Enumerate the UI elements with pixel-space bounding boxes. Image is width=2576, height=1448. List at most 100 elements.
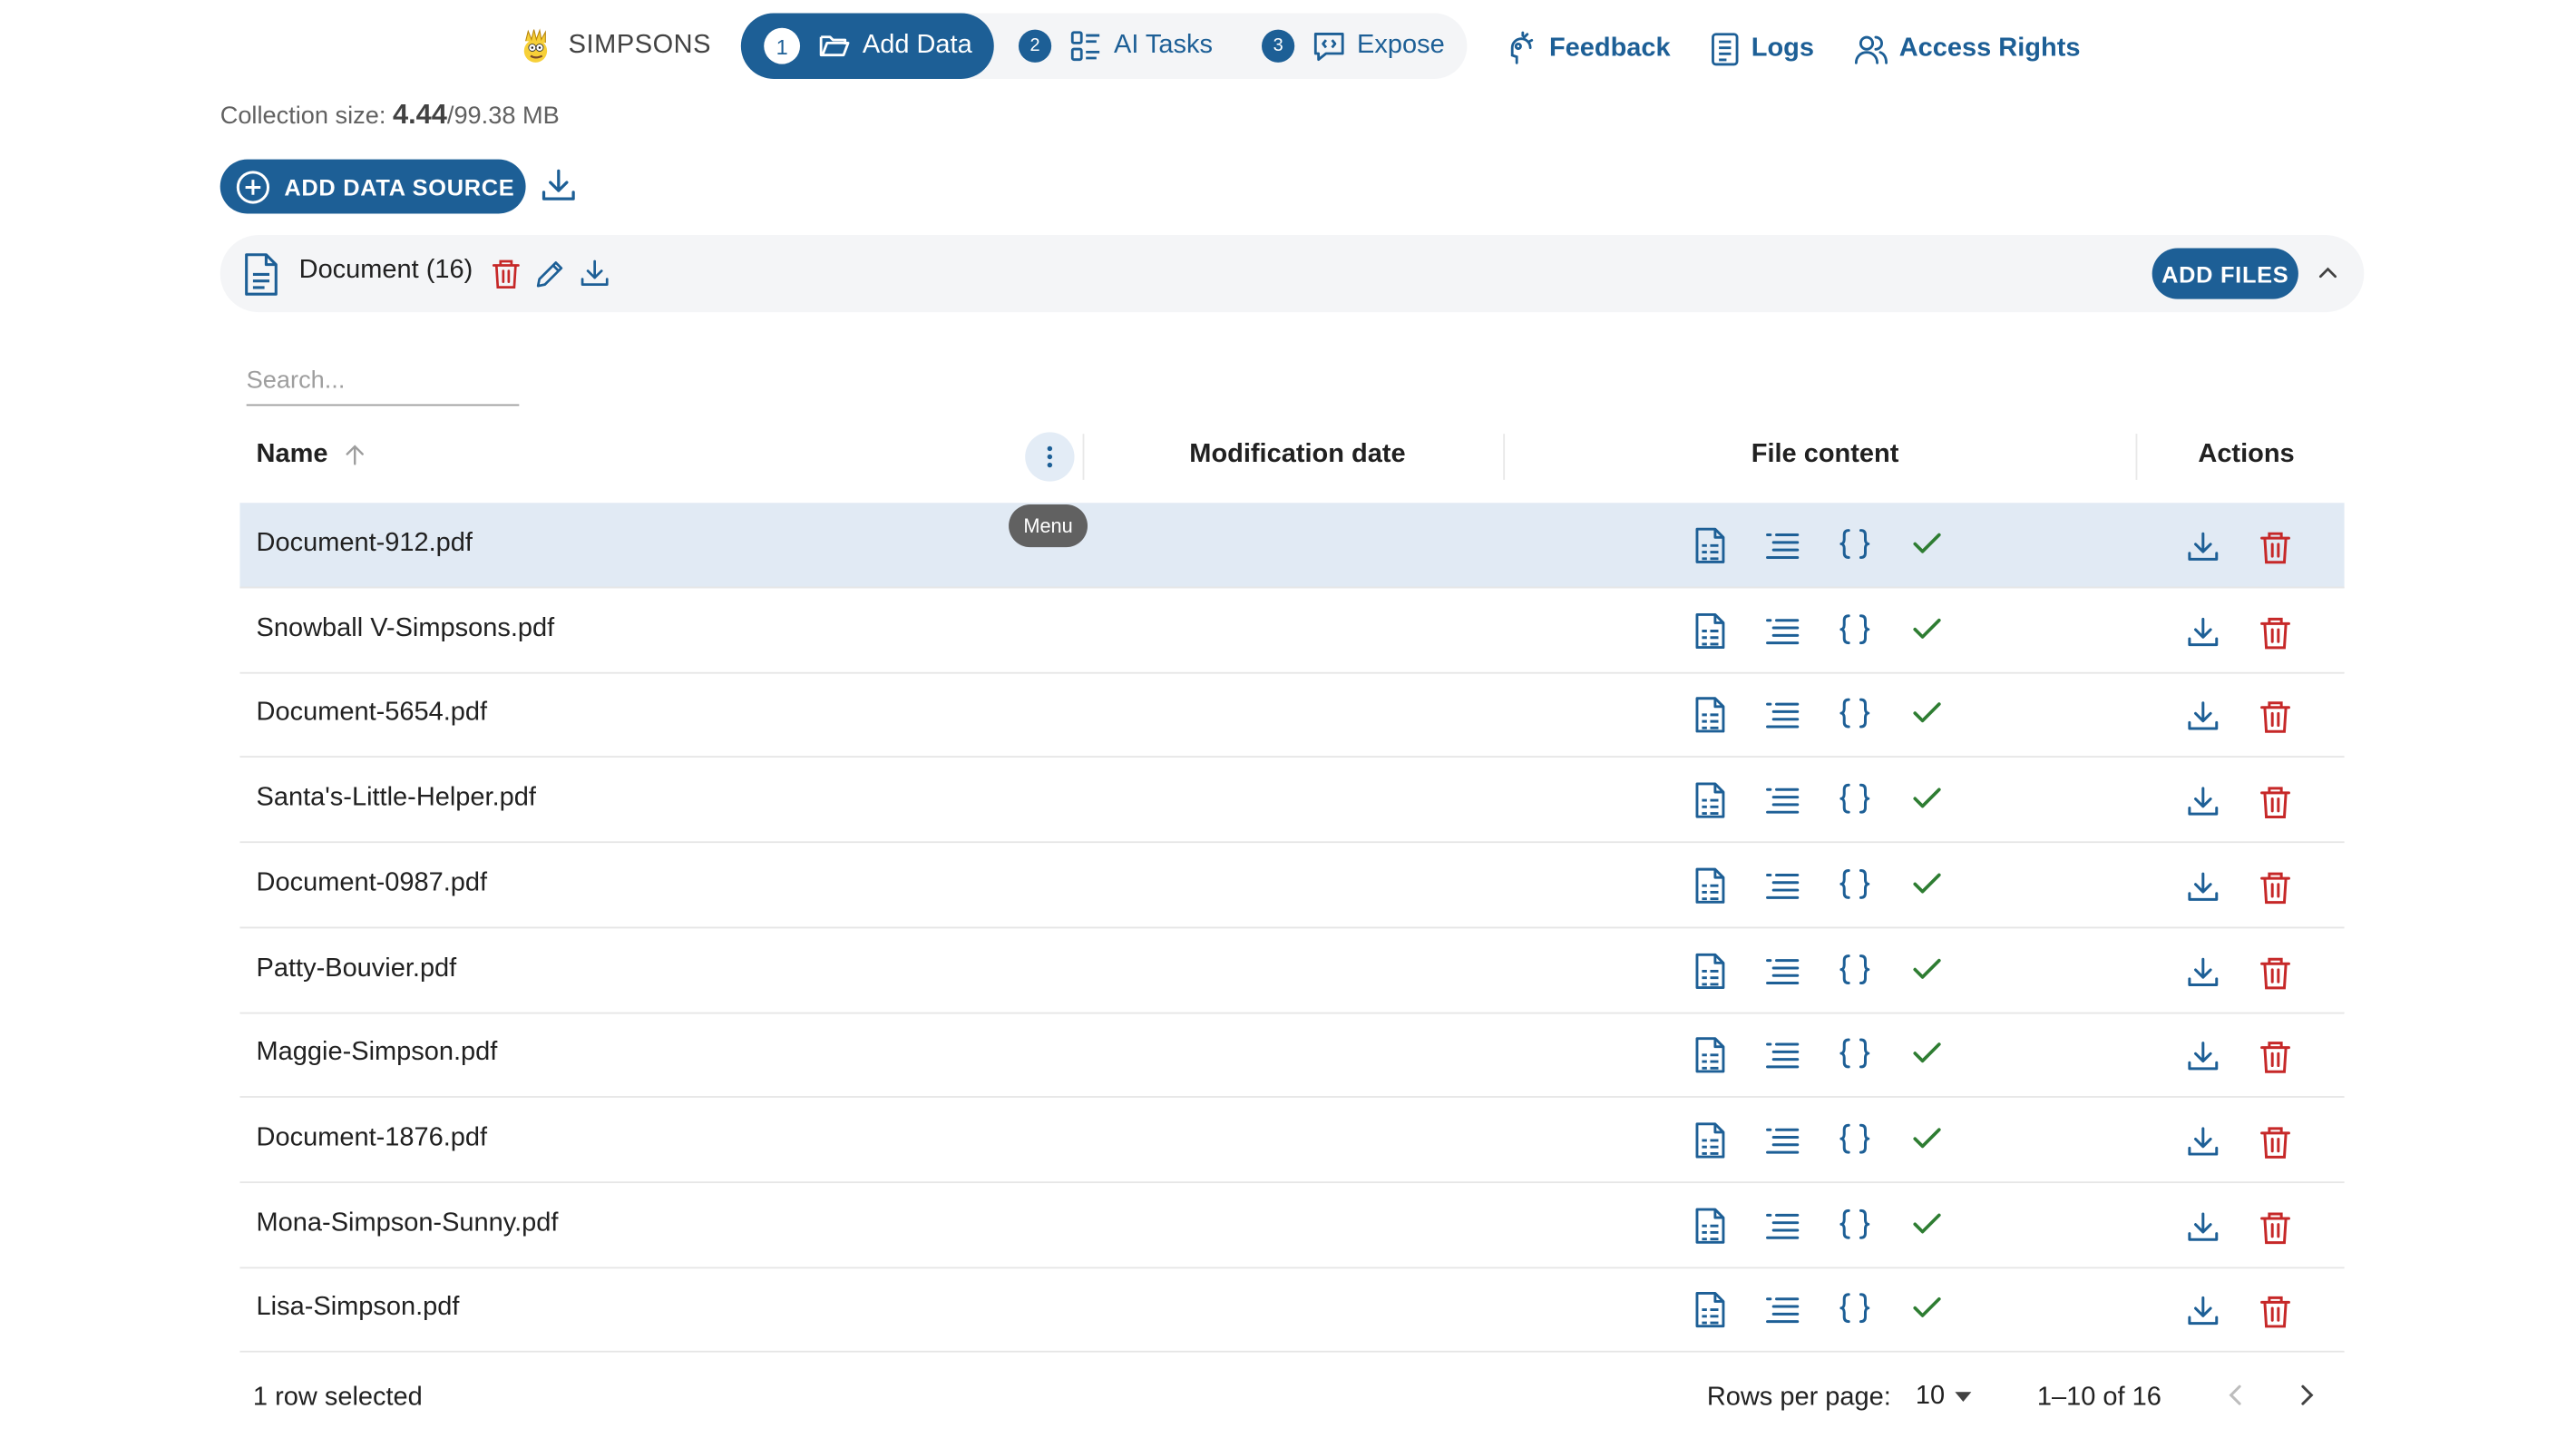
list-indent-icon[interactable] — [1764, 951, 1800, 987]
download-icon[interactable] — [2185, 1208, 2221, 1245]
column-separator[interactable] — [1503, 434, 1506, 480]
delete-icon[interactable] — [2258, 699, 2294, 735]
add-data-source-button[interactable]: ADD DATA SOURCE — [220, 159, 526, 214]
delete-icon[interactable] — [2258, 869, 2294, 905]
delete-icon[interactable] — [2258, 1039, 2294, 1075]
access-rights-link[interactable]: Access Rights — [1853, 26, 2080, 73]
more-vertical-icon — [1047, 445, 1053, 468]
chevron-right-icon[interactable] — [2292, 1379, 2322, 1412]
json-braces-icon[interactable] — [1837, 1206, 1873, 1242]
add-files-button[interactable]: ADD FILES — [2152, 248, 2298, 299]
document-text-icon[interactable] — [1693, 951, 1726, 990]
json-braces-icon[interactable] — [1837, 1290, 1873, 1326]
check-icon — [1913, 957, 1941, 978]
delete-icon[interactable] — [2258, 784, 2294, 820]
json-braces-icon[interactable] — [1837, 526, 1873, 563]
step-add-data[interactable]: 1 Add Data — [740, 13, 994, 79]
document-text-icon[interactable] — [1693, 1206, 1726, 1245]
json-braces-icon[interactable] — [1837, 696, 1873, 732]
download-icon[interactable] — [2185, 1039, 2221, 1075]
document-text-icon[interactable] — [1693, 526, 1726, 565]
column-separator[interactable] — [1082, 434, 1085, 480]
document-text-icon[interactable] — [1693, 611, 1726, 650]
download-icon[interactable] — [2185, 699, 2221, 735]
list-indent-icon[interactable] — [1764, 526, 1800, 563]
delete-icon[interactable] — [2258, 1124, 2294, 1160]
check-icon — [1913, 702, 1941, 723]
list-indent-icon[interactable] — [1764, 780, 1800, 817]
table-row[interactable]: Patty-Bouvier.pdf — [239, 927, 2345, 1013]
table-row[interactable]: Mona-Simpson-Sunny.pdf — [239, 1182, 2345, 1268]
table-row[interactable]: Lisa-Simpson.pdf — [239, 1267, 2345, 1354]
step-label: Expose — [1357, 31, 1445, 60]
plus-circle-icon — [236, 170, 270, 203]
download-icon[interactable] — [579, 257, 611, 291]
list-indent-icon[interactable] — [1764, 1206, 1800, 1242]
file-name: Lisa-Simpson.pdf — [256, 1293, 460, 1322]
json-braces-icon[interactable] — [1837, 951, 1873, 987]
delete-icon[interactable] — [490, 257, 522, 291]
document-text-icon[interactable] — [1693, 1120, 1726, 1159]
column-header-actions[interactable]: Actions — [2198, 440, 2294, 470]
delete-icon[interactable] — [2258, 1294, 2294, 1330]
table-row[interactable]: Document-0987.pdf — [239, 843, 2345, 928]
chevron-left-icon[interactable] — [2221, 1379, 2251, 1412]
document-text-icon[interactable] — [1693, 780, 1726, 819]
document-text-icon[interactable] — [1693, 1290, 1726, 1329]
step-label: AI Tasks — [1113, 31, 1213, 60]
table-row[interactable]: Document-912.pdf — [239, 503, 2345, 589]
list-indent-icon[interactable] — [1764, 696, 1800, 732]
table-row[interactable]: Maggie-Simpson.pdf — [239, 1013, 2345, 1099]
document-text-icon[interactable] — [1693, 1035, 1726, 1074]
delete-icon[interactable] — [2258, 954, 2294, 990]
list-indent-icon[interactable] — [1764, 866, 1800, 902]
download-icon[interactable] — [2185, 1124, 2221, 1160]
download-icon[interactable] — [2185, 784, 2221, 820]
list-indent-icon[interactable] — [1764, 1120, 1800, 1157]
list-indent-icon[interactable] — [1764, 611, 1800, 647]
check-icon — [1913, 618, 1941, 639]
column-header-name[interactable]: Name — [257, 440, 367, 470]
step-ai-tasks[interactable]: 2 AI Tasks — [1018, 13, 1213, 78]
edit-pencil-icon[interactable] — [534, 257, 567, 291]
step-expose[interactable]: 3 Expose — [1262, 13, 1445, 78]
list-indent-icon[interactable] — [1764, 1290, 1800, 1326]
json-braces-icon[interactable] — [1837, 1035, 1873, 1071]
download-icon[interactable] — [2185, 1294, 2221, 1330]
download-icon[interactable] — [2185, 529, 2221, 565]
table-row[interactable]: Snowball V-Simpsons.pdf — [239, 588, 2345, 674]
column-separator[interactable] — [2135, 434, 2138, 480]
document-text-icon[interactable] — [1693, 866, 1726, 905]
file-name: Document-0987.pdf — [256, 868, 488, 897]
list-indent-icon[interactable] — [1764, 1035, 1800, 1071]
app-root: SIMPSONS 1 Add Data 2 AI Tasks 3 Expose — [0, 0, 2576, 1446]
logs-link[interactable]: Logs — [1709, 26, 1814, 73]
download-icon[interactable] — [2185, 954, 2221, 990]
json-braces-icon[interactable] — [1837, 611, 1873, 647]
search-input[interactable] — [246, 355, 520, 406]
download-icon[interactable] — [2185, 614, 2221, 651]
table-row[interactable]: Document-5654.pdf — [239, 672, 2345, 758]
brand[interactable]: SIMPSONS — [516, 23, 711, 69]
column-header-file-content[interactable]: File content — [1751, 440, 1899, 470]
table-row[interactable]: Document-1876.pdf — [239, 1098, 2345, 1183]
json-braces-icon[interactable] — [1837, 1120, 1873, 1157]
table-row[interactable]: Santa's-Little-Helper.pdf — [239, 758, 2345, 844]
chevron-up-icon[interactable] — [2313, 258, 2343, 288]
feedback-link[interactable]: Feedback — [1503, 26, 1671, 73]
delete-icon[interactable] — [2258, 529, 2294, 565]
download-icon[interactable] — [539, 166, 578, 205]
column-header-modification-date[interactable]: Modification date — [1189, 440, 1405, 470]
download-icon[interactable] — [2185, 869, 2221, 905]
delete-icon[interactable] — [2258, 614, 2294, 651]
step-number: 2 — [1018, 29, 1052, 63]
document-text-icon[interactable] — [1693, 696, 1726, 735]
pagination-range: 1–10 of 16 — [2036, 1384, 2161, 1412]
column-menu-button[interactable] — [1025, 432, 1075, 482]
check-icon — [1913, 873, 1941, 894]
json-braces-icon[interactable] — [1837, 780, 1873, 817]
rows-per-page-select[interactable]: 10 — [1916, 1382, 1972, 1412]
delete-icon[interactable] — [2258, 1208, 2294, 1245]
step-number: 1 — [764, 27, 801, 64]
json-braces-icon[interactable] — [1837, 866, 1873, 902]
